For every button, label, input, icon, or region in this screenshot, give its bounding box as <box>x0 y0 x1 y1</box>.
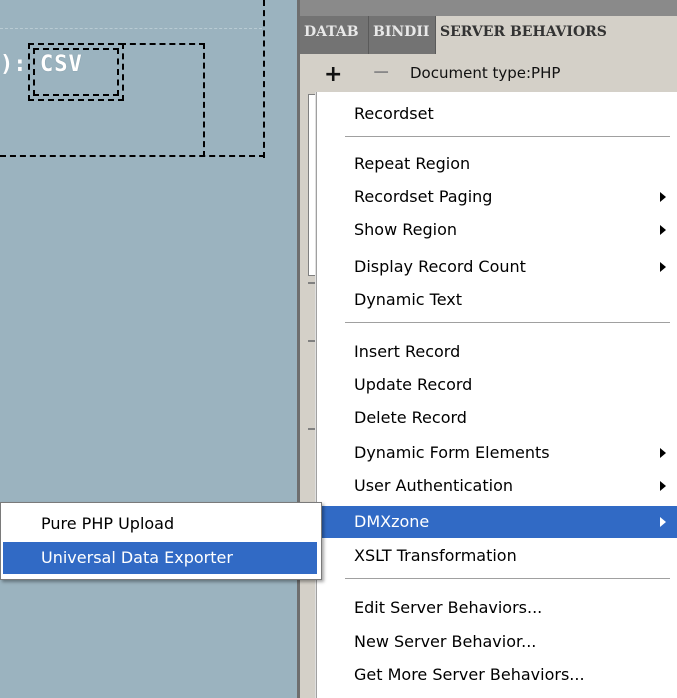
menu-separator <box>345 578 670 580</box>
menu-item-display-record-count[interactable]: Display Record Count <box>317 251 677 283</box>
menu-item-label: Update Record <box>354 375 473 394</box>
menu-item-label: Dynamic Text <box>354 290 463 309</box>
submenu-arrow-icon <box>660 225 666 235</box>
tab-databases[interactable]: DATAB <box>300 16 369 54</box>
menu-item-label: Insert Record <box>354 342 461 361</box>
menu-item-label: Recordset <box>354 104 434 123</box>
csv-link-text[interactable]: CSV <box>40 52 83 77</box>
menu-item-label: Display Record Count <box>354 257 526 276</box>
menu-item-label: New Server Behavior... <box>354 632 537 651</box>
menu-item-dmxzone[interactable]: DMXzone <box>317 506 677 538</box>
menu-item-dynamic-text[interactable]: Dynamic Text <box>317 284 677 316</box>
menu-item-xslt-transformation[interactable]: XSLT Transformation <box>317 540 677 572</box>
region-border <box>203 43 205 157</box>
label-fragment: ): <box>0 52 27 77</box>
submenu-arrow-icon <box>660 481 666 491</box>
menu-separator <box>345 322 670 324</box>
menu-item-label: XSLT Transformation <box>354 546 517 565</box>
menu-item-label: User Authentication <box>354 476 514 495</box>
menu-item-repeat-region[interactable]: Repeat Region <box>317 148 677 180</box>
tab-server-behaviors[interactable]: SERVER BEHAVIORS <box>436 16 677 54</box>
document-type-label: Document type:PHP <box>410 64 561 82</box>
menu-item-get-more-server-behaviors[interactable]: Get More Server Behaviors... <box>317 659 677 691</box>
menu-item-label: Show Region <box>354 220 458 239</box>
server-behaviors-menu: Recordset Repeat Region Recordset Paging… <box>316 92 677 698</box>
menu-item-label: Delete Record <box>354 408 467 427</box>
menu-item-show-region[interactable]: Show Region <box>317 214 677 246</box>
menu-item-insert-record[interactable]: Insert Record <box>317 336 677 368</box>
menu-item-edit-server-behaviors[interactable]: Edit Server Behaviors... <box>317 592 677 624</box>
design-canvas[interactable]: ): CSV <box>0 0 297 698</box>
menu-item-recordset-paging[interactable]: Recordset Paging <box>317 181 677 213</box>
region-border <box>0 155 265 157</box>
menu-item-user-authentication[interactable]: User Authentication <box>317 470 677 502</box>
menu-item-label: Recordset Paging <box>354 187 493 206</box>
submenu-item-universal-data-exporter[interactable]: Universal Data Exporter <box>3 542 317 574</box>
tab-bindings[interactable]: BINDII <box>369 16 436 54</box>
menu-item-dynamic-form-elements[interactable]: Dynamic Form Elements <box>317 437 677 469</box>
menu-item-label: Repeat Region <box>354 154 471 173</box>
panel-tabbar: DATAB BINDII SERVER BEHAVIORS <box>300 0 677 54</box>
submenu-item-label: Pure PHP Upload <box>41 514 175 533</box>
guide-line <box>0 28 262 29</box>
region-border <box>263 0 265 158</box>
menu-item-new-server-behavior[interactable]: New Server Behavior... <box>317 626 677 658</box>
submenu-item-label: Universal Data Exporter <box>41 548 233 567</box>
submenu-arrow-icon <box>660 192 666 202</box>
submenu-arrow-icon <box>660 517 666 527</box>
submenu-item-pure-php-upload[interactable]: Pure PHP Upload <box>3 508 317 540</box>
menu-item-label: Edit Server Behaviors... <box>354 598 543 617</box>
menu-item-update-record[interactable]: Update Record <box>317 369 677 401</box>
submenu-arrow-icon <box>660 262 666 272</box>
menu-item-label: DMXzone <box>354 512 430 531</box>
region-border <box>120 43 205 45</box>
add-behavior-icon[interactable]: + <box>324 62 342 87</box>
dmxzone-submenu: Pure PHP Upload Universal Data Exporter <box>0 502 322 580</box>
menu-item-recordset[interactable]: Recordset <box>317 98 677 130</box>
menu-item-label: Dynamic Form Elements <box>354 443 550 462</box>
menu-item-delete-record[interactable]: Delete Record <box>317 402 677 434</box>
submenu-arrow-icon <box>660 448 666 458</box>
menu-separator <box>345 136 670 138</box>
menu-item-label: Get More Server Behaviors... <box>354 665 585 684</box>
remove-behavior-icon[interactable]: − <box>372 60 390 85</box>
